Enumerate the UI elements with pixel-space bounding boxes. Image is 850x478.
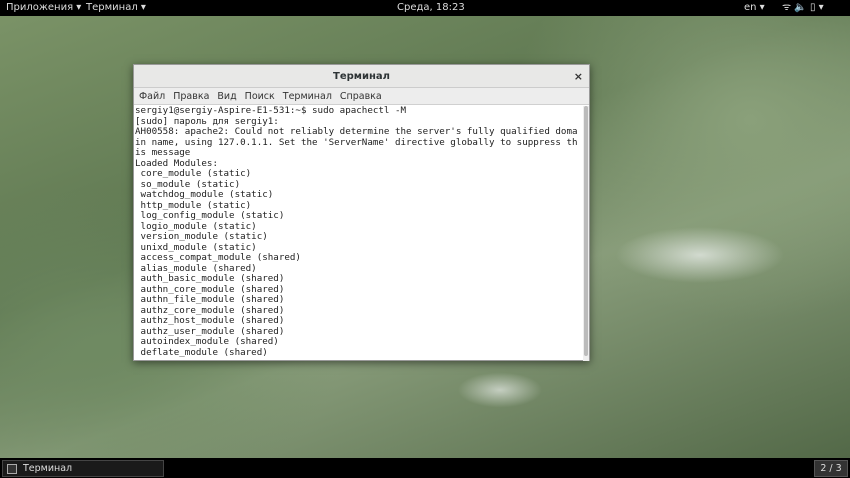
menu-item[interactable]: Терминал: [283, 91, 332, 102]
title-bar[interactable]: Терминал ×: [134, 65, 589, 88]
menu-item[interactable]: Вид: [217, 91, 236, 102]
terminal-line: deflate_module (shared): [135, 346, 268, 358]
language-menu[interactable]: en ▾: [744, 0, 765, 16]
menu-item[interactable]: Файл: [139, 91, 165, 102]
taskbar-item-label: Терминал: [23, 463, 73, 474]
terminal-icon: [7, 464, 17, 474]
window-title: Терминал: [333, 71, 390, 82]
terminal-line: AH00558: apache2: Could not reliably det…: [135, 126, 578, 137]
terminal-line: sergiy1@sergiy-Aspire-E1-531:~$ sudo apa…: [135, 105, 407, 116]
terminal-line: watchdog_module (static): [135, 189, 274, 200]
top-bar: Приложения ▾ Терминал ▾ Среда, 18:23 en …: [0, 0, 850, 16]
terminal-line: in name, using 127.0.1.1. Set the 'Serve…: [135, 136, 578, 148]
menu-item[interactable]: Поиск: [245, 91, 275, 102]
close-button[interactable]: ×: [574, 65, 583, 88]
terminal-output[interactable]: sergiy1@sergiy-Aspire-E1-531:~$ sudo apa…: [134, 105, 583, 360]
terminal-line: version_module (static): [135, 231, 268, 242]
terminal-line: authn_file_module (shared): [135, 294, 285, 305]
terminal-line: is message: [135, 147, 191, 158]
terminal-line: log_config_module (static): [135, 210, 285, 221]
terminal-line: authz_host_module (shared): [135, 315, 285, 326]
scrollbar[interactable]: [583, 106, 589, 361]
terminal-line: access_compat_module (shared): [135, 252, 301, 263]
terminal-line: autoindex_module (shared): [135, 336, 279, 347]
workspace-indicator[interactable]: 2 / 3: [814, 460, 848, 477]
terminal-app-menu[interactable]: Терминал ▾: [86, 0, 146, 16]
menu-item[interactable]: Правка: [173, 91, 209, 102]
taskbar-item-terminal[interactable]: Терминал: [2, 460, 164, 477]
terminal-window: Терминал × Файл Правка Вид Поиск Терминал Спр…: [133, 64, 590, 361]
system-status-icons[interactable]: ᯤ 🔈 ▯ ▾: [782, 0, 824, 16]
menu-item[interactable]: Справка: [340, 91, 382, 102]
taskbar: Терминал 2 / 3: [0, 458, 850, 478]
terminal-line: auth_basic_module (shared): [135, 273, 285, 284]
terminal-line: core_module (static): [135, 168, 252, 179]
scrollbar-thumb[interactable]: [584, 106, 588, 356]
applications-menu[interactable]: Приложения ▾: [6, 0, 81, 16]
menu-bar: Файл Правка Вид Поиск Терминал Справка: [134, 88, 589, 105]
clock[interactable]: Среда, 18:23: [397, 0, 465, 16]
